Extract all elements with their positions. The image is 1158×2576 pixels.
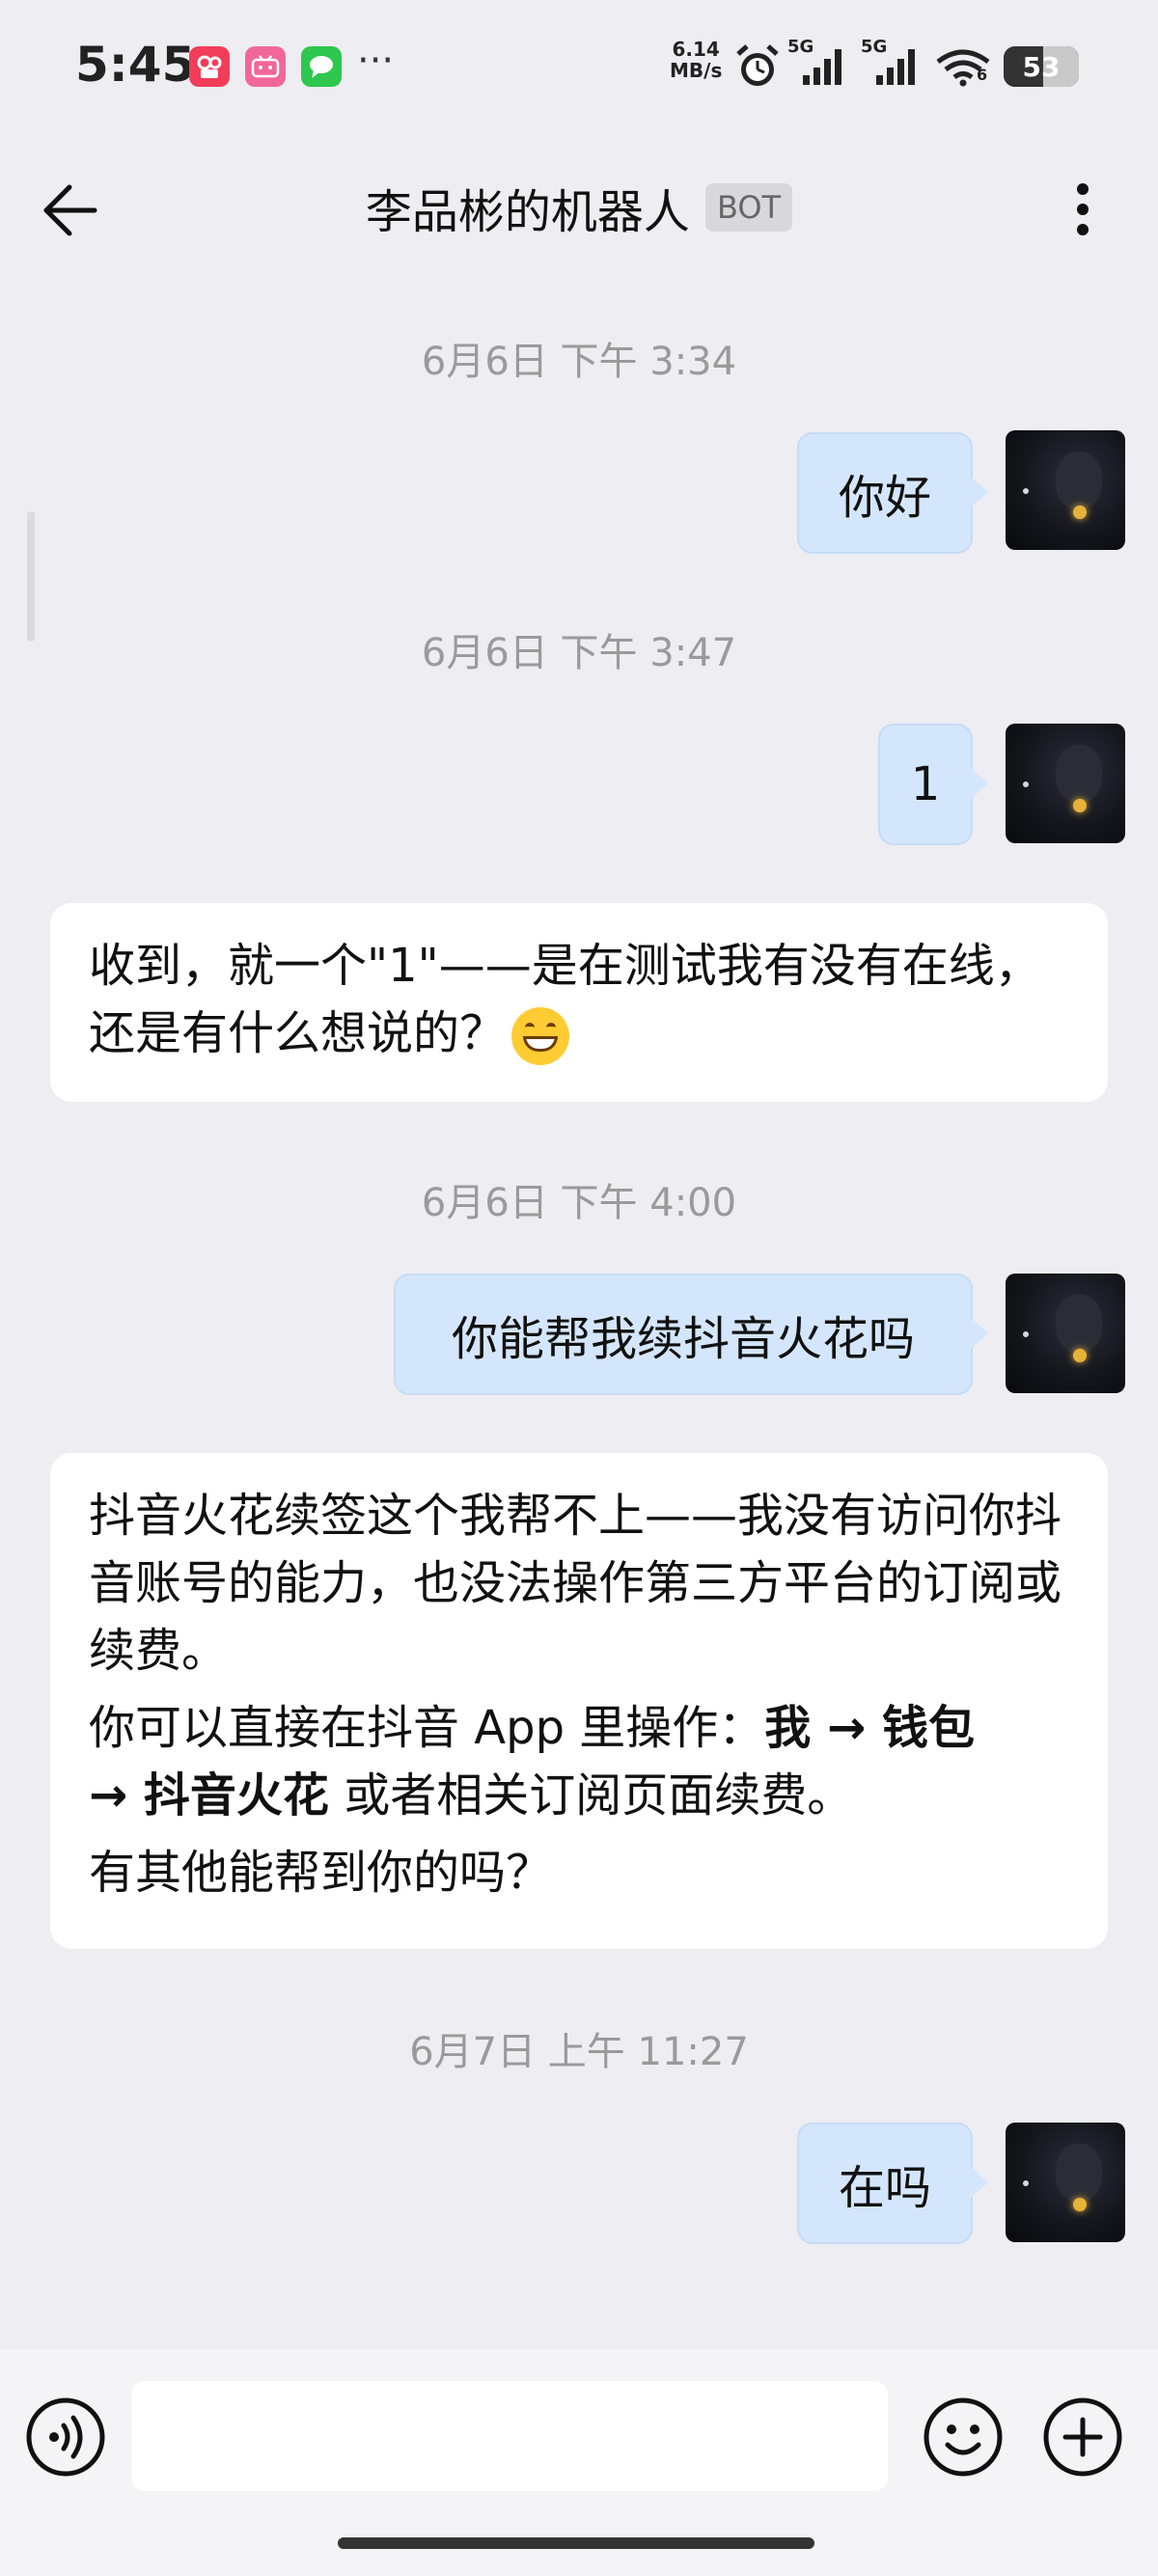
message-input[interactable] (131, 2381, 888, 2491)
battery-level: 53 (1022, 50, 1061, 83)
message-text: 你好 (838, 471, 931, 525)
chat-title-row: 李品彬的机器人 BOT (0, 174, 1158, 241)
bot-message-bubble[interactable]: 抖音火花续签这个我帮不上——我没有访问你抖音账号的能力，也没法操作第三方平台的订… (50, 1453, 1108, 1949)
signal2-icon (874, 46, 923, 91)
voice-input-button[interactable] (25, 2397, 106, 2478)
message-paragraph: 你可以直接在抖音 App 里操作：我 → 钱包 → 抖音火花 或者相关订阅页面续费… (89, 1701, 975, 1822)
battery-icon: 53 (1004, 46, 1079, 87)
message-text: 在吗 (838, 2161, 931, 2215)
more-actions-button[interactable] (1042, 2397, 1123, 2478)
bot-badge: BOT (704, 183, 793, 232)
net-speed: 6.14 MB/s (670, 38, 723, 82)
timestamp: 6月7日 上午 11:27 (409, 2030, 749, 2074)
timestamp: 6月6日 下午 3:34 (421, 340, 737, 384)
voice-icon (26, 2398, 105, 2477)
signal1-icon (801, 46, 849, 91)
more-vertical-icon (1077, 183, 1089, 235)
my-message-bubble[interactable]: 1 (878, 724, 988, 845)
wifi-label: 6 (977, 66, 988, 84)
my-message-bubble[interactable]: 你能帮我续抖音火花吗 (394, 1274, 988, 1395)
messages-icon (301, 46, 342, 87)
message-text: 1 (910, 757, 941, 811)
message-paragraph: 有其他能帮到你的吗？ (89, 1846, 553, 1900)
smiley-icon (924, 2398, 1003, 2477)
avatar[interactable] (1006, 430, 1125, 550)
timestamp: 6月6日 下午 3:47 (421, 631, 737, 675)
grinning-emoji-icon (511, 1007, 570, 1065)
more-options-button[interactable] (1062, 176, 1104, 243)
plus-icon (1043, 2398, 1122, 2477)
status-time: 5:45 (75, 37, 196, 93)
avatar[interactable] (1006, 724, 1125, 843)
my-message-bubble[interactable]: 你好 (797, 432, 988, 554)
alarm-icon (735, 42, 780, 95)
my-message-bubble[interactable]: 在吗 (797, 2123, 988, 2244)
home-indicator[interactable] (338, 2537, 814, 2549)
avatar[interactable] (1006, 2123, 1125, 2242)
avatar[interactable] (1006, 1274, 1125, 1393)
message-text: 你能帮我续抖音火花吗 (451, 1312, 915, 1366)
emoji-button[interactable] (923, 2397, 1004, 2478)
bilibili-icon (245, 46, 286, 87)
message-paragraph: 抖音火花续签这个我帮不上——我没有访问你抖音账号的能力，也没法操作第三方平台的订… (89, 1489, 1062, 1678)
status-more-dots: ··· (357, 39, 395, 83)
kuaishou-icon (189, 46, 230, 87)
timestamp: 6月6日 下午 4:00 (421, 1181, 737, 1225)
bot-message-bubble[interactable]: 收到，就一个"1"——是在测试我有没有在线，还是有什么想说的？ (50, 903, 1108, 1102)
page-title: 李品彬的机器人 (365, 185, 690, 239)
